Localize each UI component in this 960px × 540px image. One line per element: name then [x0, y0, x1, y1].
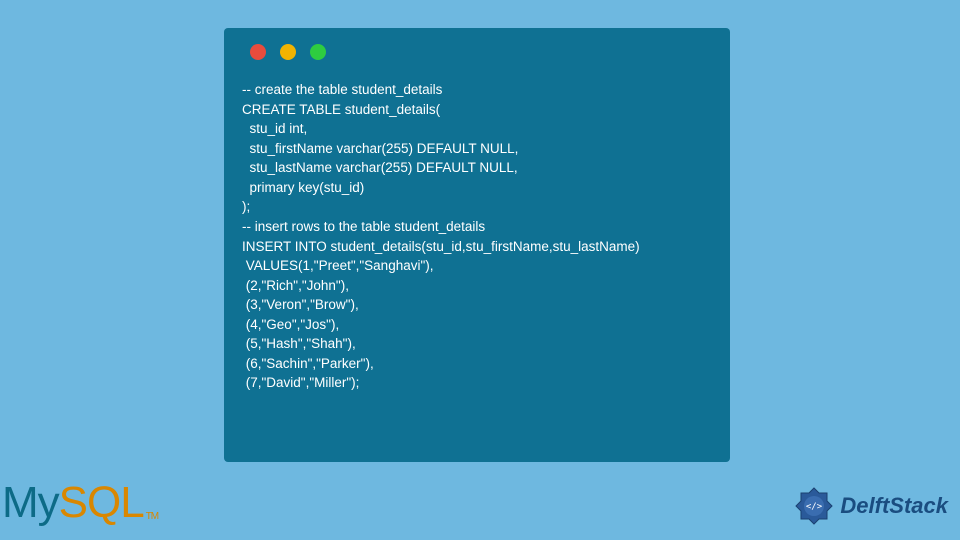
window-controls: [250, 44, 712, 60]
mysql-tm: TM: [146, 511, 158, 522]
mysql-sql: SQL: [59, 478, 144, 527]
code-window: -- create the table student_details CREA…: [224, 28, 730, 462]
minimize-dot: [280, 44, 296, 60]
mysql-my: My: [2, 478, 59, 527]
maximize-dot: [310, 44, 326, 60]
mysql-logo: MySQLTM: [2, 478, 158, 528]
svg-text:</>: </>: [806, 502, 823, 512]
close-dot: [250, 44, 266, 60]
code-content: -- create the table student_details CREA…: [242, 80, 712, 393]
delftstack-icon: </>: [794, 486, 834, 526]
delftstack-logo: </> DelftStack: [794, 486, 948, 526]
delftstack-text: DelftStack: [840, 493, 948, 519]
